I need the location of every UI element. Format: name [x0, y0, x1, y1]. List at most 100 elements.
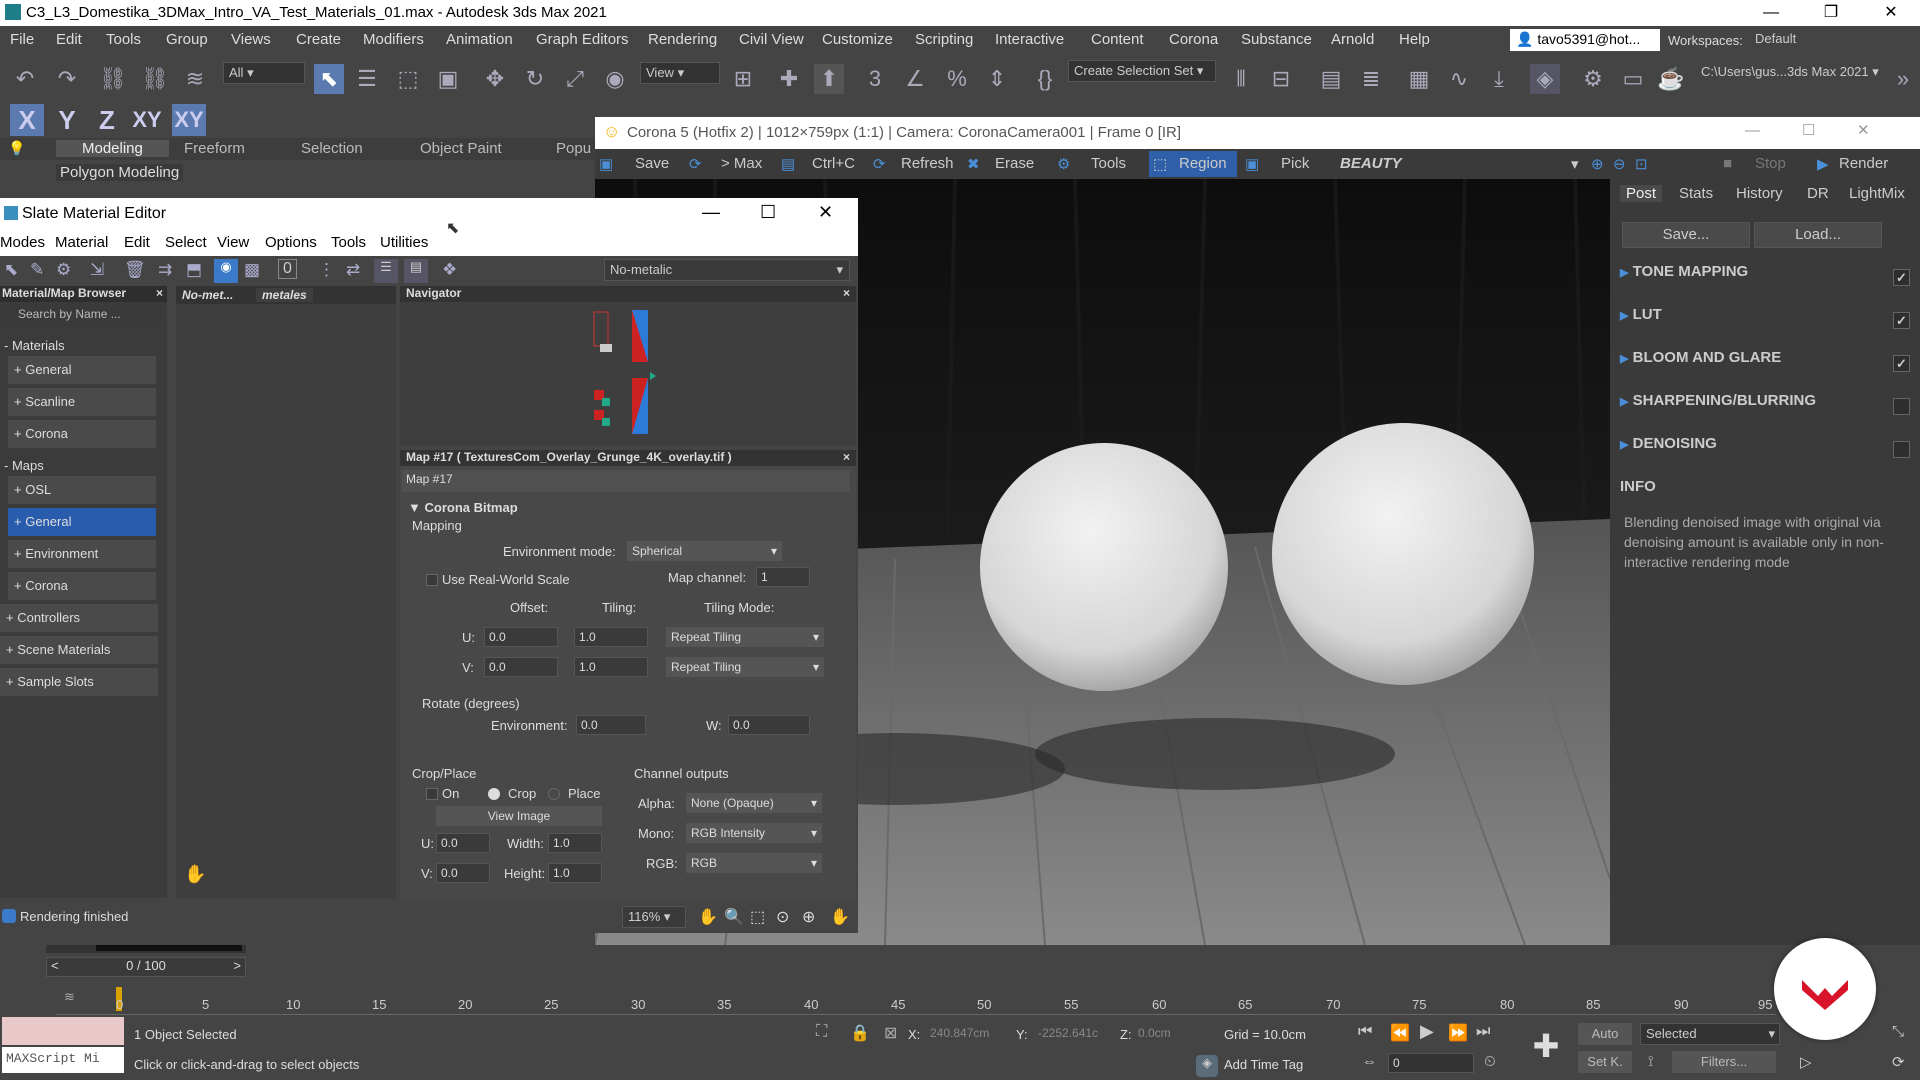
bind-space-warp-icon[interactable]: ≋ [180, 64, 210, 94]
zoom-level-dropdown[interactable]: 116% ▾ [622, 906, 686, 928]
browser-item-sample-slots[interactable]: + Sample Slots [0, 668, 158, 696]
tab-stats[interactable]: Stats [1679, 185, 1713, 202]
undo-icon[interactable]: ↶ [10, 64, 40, 94]
corona-maximize-icon[interactable]: ☐ [1802, 121, 1815, 139]
navigator-panel[interactable]: Navigator × [400, 286, 856, 446]
align-icon[interactable]: ⊟ [1266, 64, 1296, 94]
absolute-mode-icon[interactable]: ⊠ [884, 1023, 897, 1043]
corona-bitmap-rollout[interactable]: ▼ Corona Bitmap [408, 500, 518, 515]
w-spinner[interactable]: 0.0 [728, 715, 810, 735]
select-by-material-icon[interactable]: ❖ [442, 260, 457, 280]
zoom-extents-icon[interactable]: ⊙ [776, 907, 789, 927]
slate-menu-select[interactable]: Select [165, 234, 207, 251]
axis-xy-cycle-button[interactable]: XY [172, 104, 206, 136]
select-by-name-icon[interactable]: ☰ [352, 64, 382, 94]
placement-icon[interactable]: ◉ [600, 64, 630, 94]
sharpening-checkbox[interactable] [1893, 398, 1910, 415]
view-image-button[interactable]: View Image [436, 806, 602, 826]
map-name-field[interactable]: Map #17 [402, 470, 850, 492]
menu-animation[interactable]: Animation [446, 31, 513, 48]
browser-item-scanline[interactable]: + Scanline [8, 388, 156, 416]
show-background-icon[interactable]: ▩ [244, 260, 260, 280]
material-editor-icon[interactable]: ◈ [1530, 64, 1560, 94]
pivot-center-icon[interactable]: ⊞ [728, 64, 758, 94]
slate-menu-edit[interactable]: Edit [124, 234, 150, 251]
maxscript-listener-top[interactable] [2, 1017, 124, 1045]
corona-save-button[interactable]: Save [635, 155, 669, 172]
browser-item-scene-materials[interactable]: + Scene Materials [0, 636, 158, 664]
u-tiling-spinner[interactable]: 1.0 [574, 627, 648, 647]
render-pass-dropdown[interactable]: BEAUTY [1340, 155, 1402, 172]
next-frame-icon[interactable]: > [233, 958, 241, 973]
key-tangent-icon[interactable]: ⟟ [1648, 1053, 1654, 1070]
user-account-button[interactable]: 👤 tavo5391@hot... [1510, 29, 1660, 51]
bulb-icon[interactable]: 💡 [8, 140, 26, 158]
menu-interactive[interactable]: Interactive [995, 31, 1064, 48]
link-icon[interactable]: ⛓ [98, 64, 128, 94]
stop-icon[interactable]: ■ [1723, 155, 1732, 172]
reference-coordinate-dropdown[interactable]: View ▾ [640, 62, 720, 84]
browser-item-controllers[interactable]: + Controllers [0, 604, 158, 632]
crop-on-checkbox[interactable] [426, 788, 438, 800]
maxscript-input[interactable]: MAXScript Mi [2, 1047, 124, 1073]
percent-snap-icon[interactable]: % [942, 64, 972, 94]
move-children-icon[interactable]: ⇉ [158, 260, 172, 280]
menu-edit[interactable]: Edit [56, 31, 82, 48]
slate-maximize-icon[interactable]: ☐ [760, 202, 776, 223]
environment-rotate-spinner[interactable]: 0.0 [576, 715, 646, 735]
z-coordinate-field[interactable]: 0.0cm [1134, 1024, 1204, 1044]
ribbon-tab-modeling[interactable]: Modeling [56, 140, 169, 157]
trackbar[interactable]: ≋ [56, 981, 1776, 1015]
curve-editor-mini-icon[interactable]: ≋ [64, 989, 75, 1005]
close-icon[interactable]: ✕ [1868, 0, 1914, 26]
menu-customize[interactable]: Customize [822, 31, 893, 48]
ribbon-tab-object-paint[interactable]: Object Paint [420, 140, 502, 157]
v-tiling-mode-dropdown[interactable]: Repeat Tiling ▾ [666, 657, 824, 677]
post-save-button[interactable]: Save... [1622, 222, 1750, 248]
select-object-icon[interactable]: ⬉ [314, 64, 344, 94]
section-bloom-and-glare[interactable]: ▶ BLOOM AND GLARE ✓ [1620, 349, 1910, 379]
u-tiling-mode-dropdown[interactable]: Repeat Tiling ▾ [666, 627, 824, 647]
corona-pick-button[interactable]: Pick [1281, 155, 1309, 172]
time-tag-icon[interactable]: ◈ [1196, 1055, 1218, 1077]
unlink-icon[interactable]: ⛓ [140, 64, 170, 94]
hide-unused-icon[interactable]: ⬒ [186, 260, 202, 280]
menu-graph-editors[interactable]: Graph Editors [536, 31, 629, 48]
slate-minimize-icon[interactable]: — [702, 202, 720, 223]
next-key-icon[interactable]: ⏩ [1448, 1023, 1468, 1043]
keyboard-shortcut-override-icon[interactable]: ⬆ [814, 64, 844, 94]
viewport-nav-icon[interactable]: ▷ [1800, 1053, 1812, 1071]
schematic-view-icon[interactable]: ⤓ [1484, 64, 1514, 94]
corona-erase-button[interactable]: Erase [995, 155, 1034, 172]
isolate-selection-icon[interactable]: ⛶ [816, 1023, 827, 1041]
corona-region-button[interactable]: ⬚ Region [1149, 151, 1237, 177]
menu-create[interactable]: Create [296, 31, 341, 48]
browser-item-general[interactable]: + General [8, 356, 156, 384]
menu-content[interactable]: Content [1091, 31, 1144, 48]
x-coordinate-field[interactable]: 240.847cm [926, 1024, 1030, 1044]
corona-to-max-button[interactable]: > Max [721, 155, 762, 172]
tone-mapping-checkbox[interactable]: ✓ [1893, 269, 1910, 286]
angle-snap-icon[interactable]: ∠ [900, 64, 930, 94]
key-filter-dropdown[interactable]: Selected ▾ [1640, 1023, 1780, 1045]
redo-icon[interactable]: ↷ [52, 64, 82, 94]
current-frame-field[interactable]: 0 [1388, 1053, 1474, 1073]
selection-lock-icon[interactable]: 🔒 [850, 1023, 870, 1043]
tab-dr[interactable]: DR [1807, 185, 1829, 202]
browser-item-osl[interactable]: + OSL [8, 476, 156, 504]
ribbon-toggle-icon[interactable]: ▦ [1404, 64, 1434, 94]
tab-lightmix[interactable]: LightMix [1849, 185, 1905, 202]
menu-tools[interactable]: Tools [106, 31, 141, 48]
maps-group-header[interactable]: - Maps [4, 458, 44, 473]
view-tab-metales[interactable]: metales [256, 288, 313, 302]
slate-menu-tools[interactable]: Tools [331, 234, 366, 251]
navigator-close-icon[interactable]: × [843, 286, 850, 300]
layer-explorer-icon[interactable]: ≣ [1356, 64, 1386, 94]
polygon-modeling-panel[interactable]: Polygon Modeling [56, 164, 184, 181]
node-view[interactable]: No-met... metales ✋ [176, 286, 396, 898]
put-material-icon[interactable]: ⚙ [56, 260, 71, 280]
ribbon-tab-selection[interactable]: Selection [301, 140, 363, 157]
toolbar-overflow-icon[interactable]: » [1888, 64, 1918, 94]
ribbon-tab-freeform[interactable]: Freeform [184, 140, 245, 157]
layout-all-icon[interactable]: ⋮ [318, 260, 335, 280]
